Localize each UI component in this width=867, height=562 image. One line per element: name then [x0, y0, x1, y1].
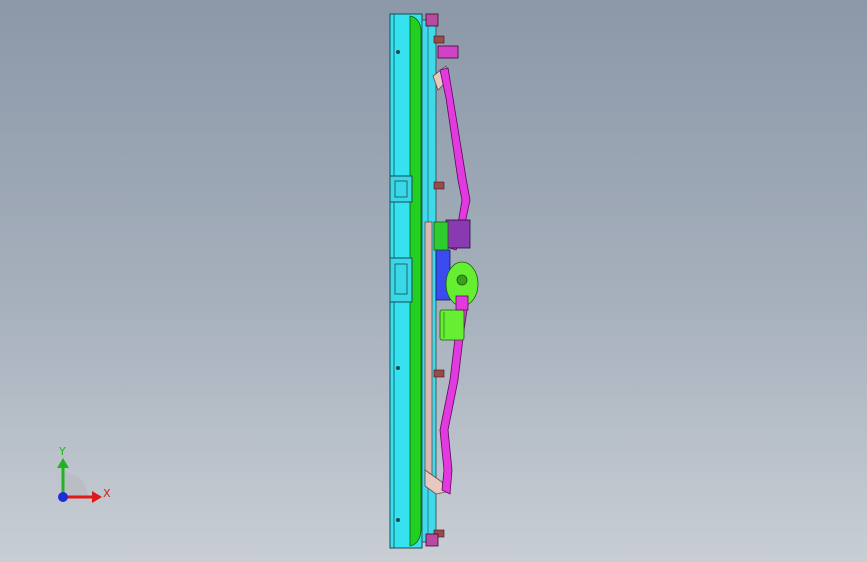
wiper-assembly-model[interactable]: [389, 13, 479, 549]
frame-hole: [396, 366, 400, 370]
clip: [433, 181, 445, 190]
pivot-bracket-strip: [424, 221, 433, 485]
cad-viewport[interactable]: Y X: [0, 0, 867, 562]
triad-xy-plane-arc: [63, 472, 88, 497]
frame-pocket-lower: [389, 257, 413, 303]
bottom-fitting: [425, 533, 439, 547]
top-fitting-block: [437, 45, 459, 59]
frame-hole: [396, 518, 400, 522]
linkage-block: [445, 219, 471, 249]
frame-hole: [396, 50, 400, 54]
motor-output-shaft: [455, 295, 469, 311]
green-mount: [433, 221, 449, 251]
frame-pocket-upper: [389, 175, 413, 203]
top-fitting: [425, 13, 439, 27]
motor-body: [439, 309, 465, 341]
motor-crank-pivot: [456, 274, 468, 286]
y-axis-arrowhead: [57, 458, 69, 468]
clip: [433, 35, 445, 44]
y-axis-label: Y: [58, 445, 66, 458]
coordinate-triad: Y X: [57, 445, 111, 503]
clip: [433, 369, 445, 378]
z-axis-dot: [58, 492, 68, 502]
x-axis-arrowhead: [92, 491, 102, 503]
x-axis-label: X: [103, 487, 111, 500]
